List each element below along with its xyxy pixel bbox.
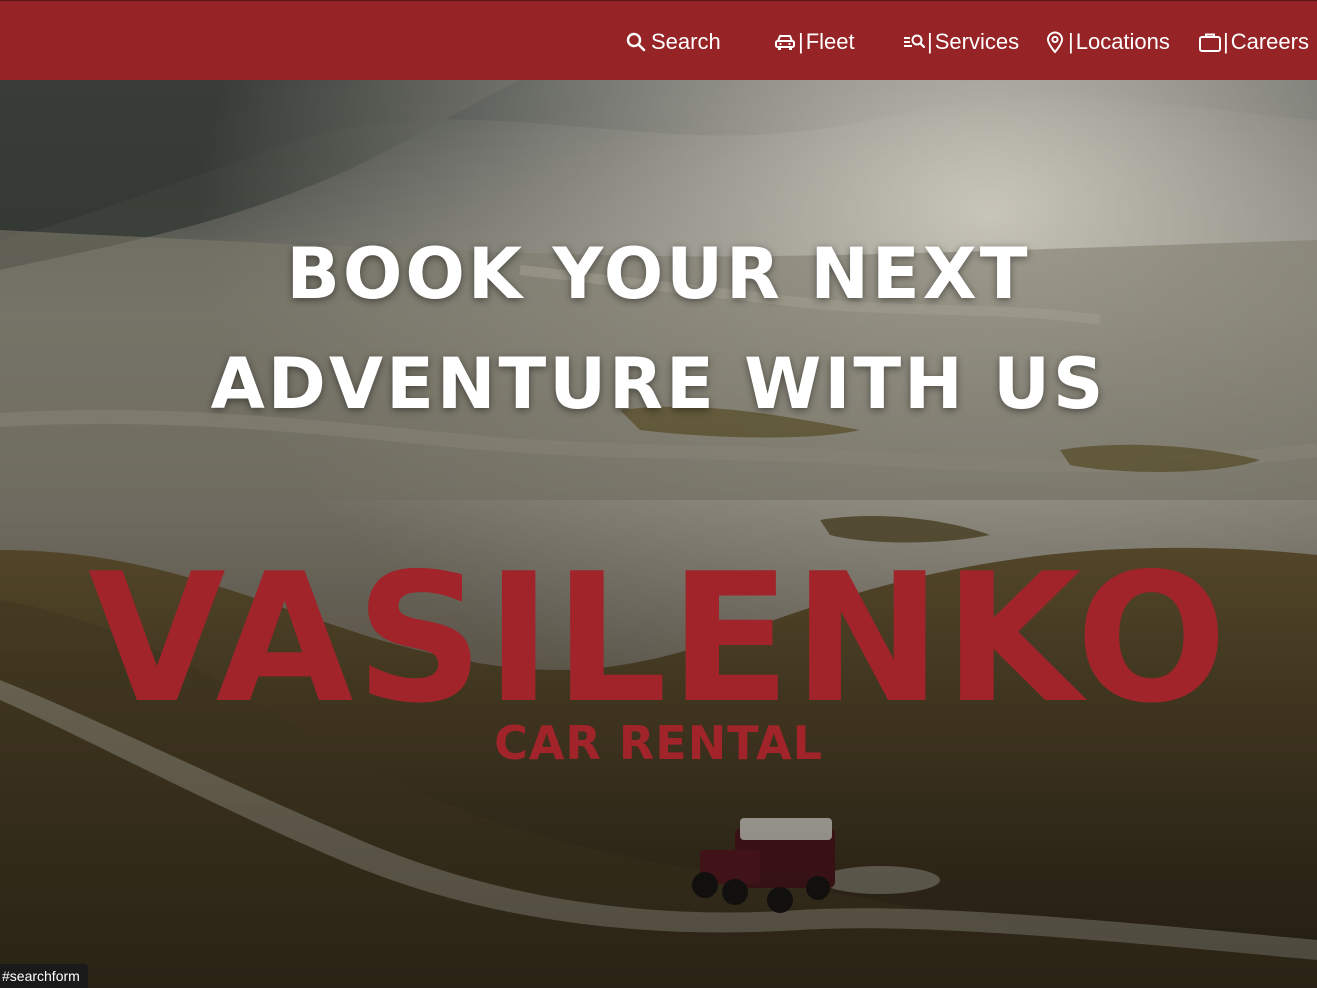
top-navbar: Search | Fleet | Services | Locations | … bbox=[0, 0, 1317, 80]
hero-headline-line1: BOOK YOUR NEXT bbox=[286, 232, 1031, 315]
nav-separator: | bbox=[1068, 29, 1074, 54]
hero-section: BOOK YOUR NEXT ADVENTURE WITH US VASILEN… bbox=[0, 80, 1317, 988]
nav-services-link[interactable]: | Services bbox=[902, 23, 1019, 61]
nav-services-label: Services bbox=[934, 29, 1020, 54]
nav-separator: | bbox=[927, 29, 933, 54]
list-search-icon bbox=[902, 30, 926, 54]
nav-search-label: Search bbox=[651, 29, 721, 54]
map-pin-icon bbox=[1043, 30, 1067, 54]
link-status-hint: #searchform bbox=[0, 964, 88, 988]
brand-logo-name: VASILENKO bbox=[87, 535, 1230, 742]
nav-fleet-link[interactable]: | Fleet bbox=[773, 23, 855, 61]
nav-careers-link[interactable]: | Careers bbox=[1198, 23, 1309, 61]
nav-fleet-label: Fleet bbox=[805, 29, 855, 54]
brand-logo-tagline: CAR RENTAL bbox=[494, 716, 823, 770]
hero-headline-line2: ADVENTURE WITH US bbox=[210, 342, 1107, 425]
nav-locations-link[interactable]: | Locations bbox=[1043, 23, 1170, 61]
nav-careers-label: Careers bbox=[1230, 29, 1309, 54]
hero-background-image bbox=[0, 80, 1317, 988]
nav-separator: | bbox=[798, 29, 804, 54]
car-icon bbox=[773, 30, 797, 54]
nav-search-link[interactable]: Search bbox=[624, 23, 721, 61]
search-icon bbox=[624, 30, 648, 54]
page: Search | Fleet | Services | Locations | … bbox=[0, 0, 1317, 988]
briefcase-icon bbox=[1198, 30, 1222, 54]
nav-separator: | bbox=[1223, 29, 1229, 54]
nav-locations-label: Locations bbox=[1075, 29, 1170, 54]
